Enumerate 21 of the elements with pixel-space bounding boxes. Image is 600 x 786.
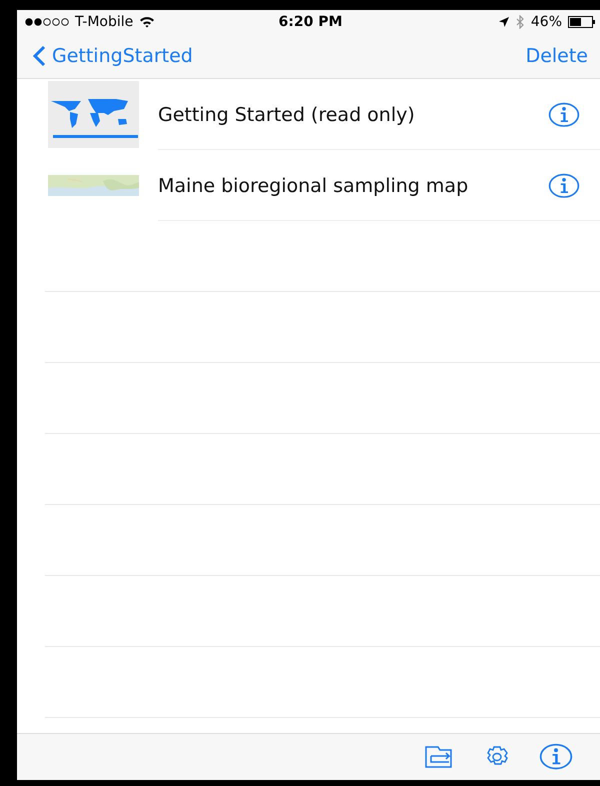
folder-arrow-icon xyxy=(425,746,455,768)
signal-icon xyxy=(25,18,69,26)
carrier-name: T-Mobile xyxy=(75,14,134,30)
delete-button[interactable]: Delete xyxy=(526,45,588,67)
info-icon xyxy=(548,102,580,128)
folder-export-button[interactable] xyxy=(425,746,455,768)
back-button[interactable]: GettingStarted xyxy=(33,45,193,67)
wifi-icon xyxy=(139,16,156,28)
map-title[interactable]: Getting Started (read only) xyxy=(158,104,548,126)
map-title[interactable]: Maine bioregional sampling map xyxy=(158,174,548,196)
battery-icon xyxy=(568,16,596,28)
info-button[interactable] xyxy=(548,102,580,128)
location-icon xyxy=(498,16,510,28)
info-icon xyxy=(539,743,573,771)
status-time: 6:20 PM xyxy=(278,14,342,30)
bluetooth-icon xyxy=(516,15,525,29)
info-icon xyxy=(548,172,580,198)
info-button[interactable] xyxy=(539,743,573,771)
info-button[interactable] xyxy=(548,172,580,198)
battery-percentage: 46% xyxy=(530,14,562,30)
chevron-left-icon xyxy=(33,45,46,67)
